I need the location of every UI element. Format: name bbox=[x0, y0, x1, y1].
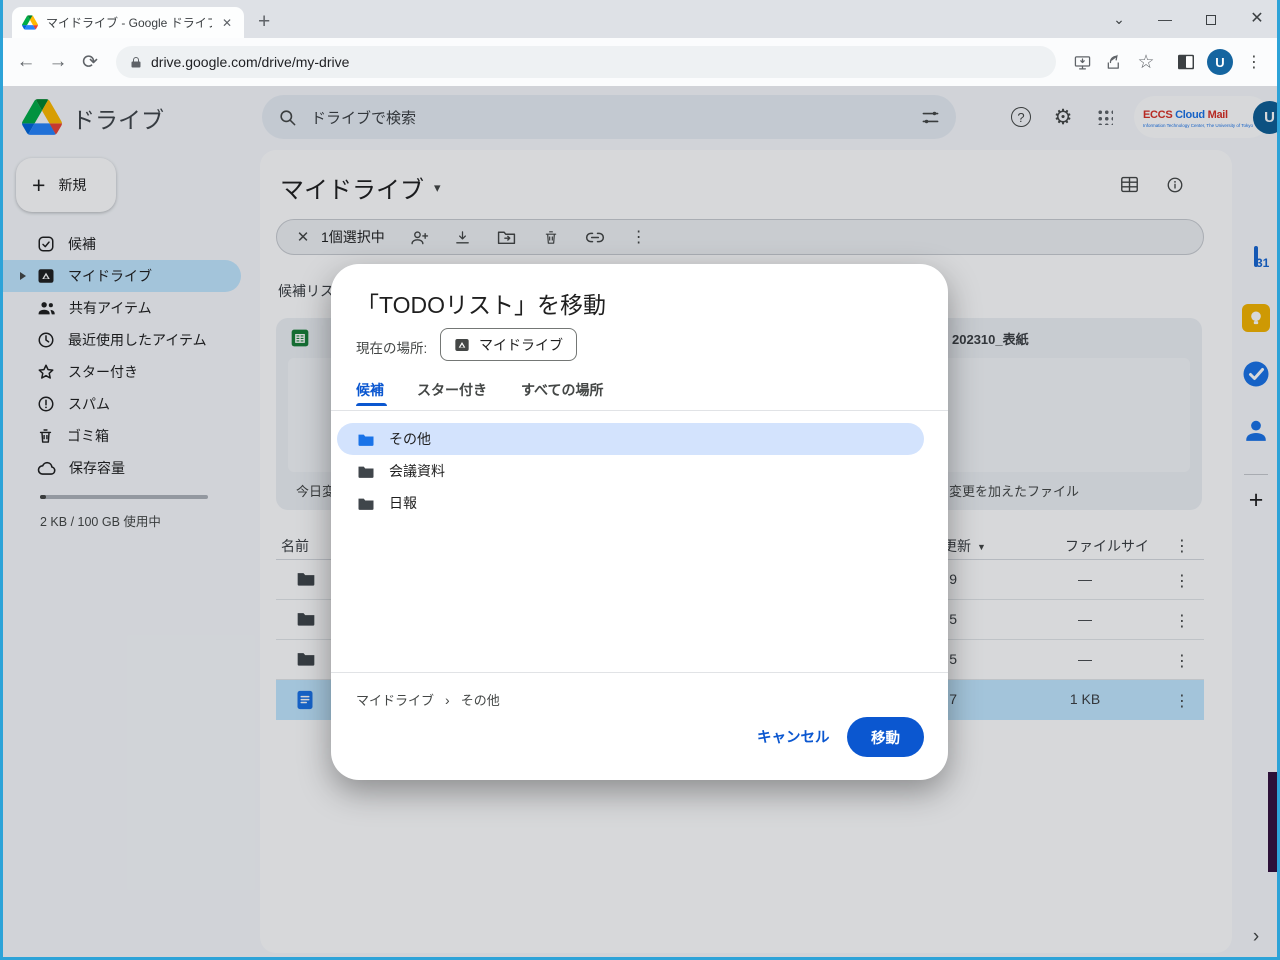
new-tab-button[interactable]: + bbox=[258, 11, 270, 32]
move-button[interactable]: 移動 bbox=[847, 717, 924, 757]
forward-button[interactable]: → bbox=[42, 51, 74, 73]
address-bar[interactable]: drive.google.com/drive/my-drive bbox=[116, 46, 1056, 78]
drive-favicon bbox=[22, 15, 38, 30]
browser-toolbar: ← → ⟳ drive.google.com/drive/my-drive ☆ … bbox=[0, 38, 1280, 86]
tab-close-icon[interactable]: ✕ bbox=[220, 16, 234, 30]
tab-strip: マイドライブ - Google ドライブ ✕ + ⌄ — ✕ bbox=[0, 0, 1280, 38]
side-panel-icon[interactable] bbox=[1170, 54, 1202, 70]
cancel-button[interactable]: キャンセル bbox=[757, 726, 830, 747]
my-drive-icon bbox=[454, 337, 470, 353]
dialog-folder-row[interactable]: 会議資料 bbox=[337, 455, 924, 487]
window-maximize-button[interactable] bbox=[1188, 0, 1234, 38]
install-icon[interactable] bbox=[1066, 54, 1098, 71]
dialog-title: 「TODOリスト」を移動 bbox=[356, 286, 606, 320]
browser-window: マイドライブ - Google ドライブ ✕ + ⌄ — ✕ ← → ⟳ dri… bbox=[0, 0, 1280, 960]
dialog-tab-all-locations[interactable]: すべての場所 bbox=[521, 380, 603, 400]
current-location-chip[interactable]: マイドライブ bbox=[440, 328, 577, 361]
dialog-tab-suggested[interactable]: 候補 bbox=[356, 380, 384, 400]
folder-icon bbox=[357, 464, 375, 479]
bookmark-star-icon[interactable]: ☆ bbox=[1130, 51, 1162, 74]
tab-search-icon[interactable]: ⌄ bbox=[1096, 0, 1142, 38]
folder-icon bbox=[357, 432, 375, 447]
dialog-footer-divider bbox=[331, 672, 948, 673]
share-icon[interactable] bbox=[1098, 54, 1130, 71]
browser-tab[interactable]: マイドライブ - Google ドライブ ✕ bbox=[12, 7, 244, 38]
dialog-divider bbox=[331, 410, 948, 411]
current-location-label: 現在の場所: bbox=[356, 337, 427, 357]
folder-icon bbox=[357, 496, 375, 511]
window-close-button[interactable]: ✕ bbox=[1234, 0, 1280, 38]
breadcrumb-my-drive[interactable]: マイドライブ bbox=[356, 690, 434, 709]
reload-button[interactable]: ⟳ bbox=[74, 51, 106, 74]
breadcrumb-other[interactable]: その他 bbox=[461, 690, 500, 709]
browser-avatar[interactable]: U bbox=[1207, 49, 1233, 75]
dialog-folder-row-selected[interactable]: その他 bbox=[337, 423, 924, 455]
tab-title: マイドライブ - Google ドライブ bbox=[46, 14, 212, 31]
active-tab-underline bbox=[356, 403, 387, 406]
dialog-folder-row[interactable]: 日報 bbox=[337, 487, 924, 519]
url-text: drive.google.com/drive/my-drive bbox=[151, 54, 349, 70]
window-minimize-button[interactable]: — bbox=[1142, 0, 1188, 38]
breadcrumb-chevron-icon: › bbox=[445, 692, 450, 708]
breadcrumb: マイドライブ › その他 bbox=[356, 690, 500, 709]
window-border bbox=[0, 0, 3, 960]
lock-icon bbox=[130, 56, 142, 69]
back-button[interactable]: ← bbox=[10, 51, 42, 73]
dialog-tab-starred[interactable]: スター付き bbox=[417, 380, 487, 400]
move-dialog: 「TODOリスト」を移動 現在の場所: マイドライブ 候補 スター付き すべての… bbox=[331, 264, 948, 780]
browser-menu-icon[interactable]: ⋮ bbox=[1238, 52, 1270, 72]
